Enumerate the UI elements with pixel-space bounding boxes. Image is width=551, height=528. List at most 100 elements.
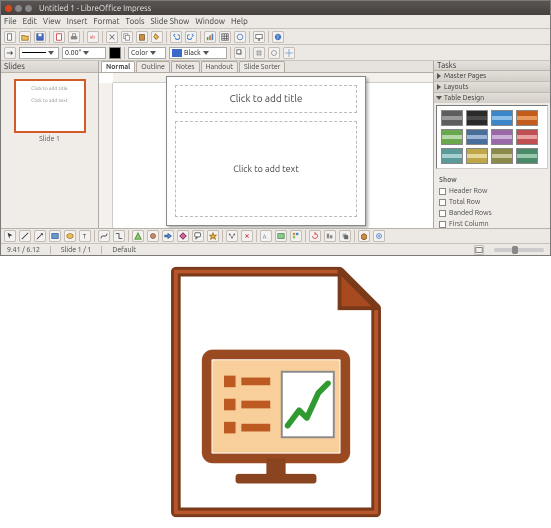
rect-tool[interactable] <box>49 230 61 242</box>
save-button[interactable] <box>34 31 46 43</box>
line-color-swatch[interactable] <box>109 47 121 59</box>
table-design-10[interactable] <box>491 148 513 164</box>
maximize-icon[interactable] <box>25 5 32 12</box>
arrange-tool[interactable] <box>339 230 351 242</box>
symbol-shapes-tool[interactable] <box>147 230 159 242</box>
hyperlink-button[interactable] <box>234 31 246 43</box>
new-doc-button[interactable] <box>4 31 16 43</box>
table-design-9[interactable] <box>466 148 488 164</box>
redo-button[interactable] <box>185 31 197 43</box>
table-design-2[interactable] <box>491 110 513 126</box>
menu-tools[interactable]: Tools <box>126 17 145 26</box>
callout-tool[interactable] <box>192 230 204 242</box>
menu-file[interactable]: File <box>4 17 17 26</box>
menu-edit[interactable]: Edit <box>23 17 37 26</box>
paste-button[interactable] <box>136 31 148 43</box>
flowchart-tool[interactable] <box>177 230 189 242</box>
export-pdf-button[interactable] <box>53 31 65 43</box>
close-icon[interactable] <box>5 5 12 12</box>
curve-tool[interactable] <box>98 230 110 242</box>
line-style-combo[interactable] <box>19 47 59 59</box>
copy-button[interactable] <box>121 31 133 43</box>
table-design-8[interactable] <box>441 148 463 164</box>
opt-first-col[interactable]: First Column <box>439 220 545 228</box>
svg-text:T: T <box>83 233 87 240</box>
tab-handout[interactable]: Handout <box>201 61 238 72</box>
cut-button[interactable] <box>106 31 118 43</box>
menu-help[interactable]: Help <box>231 17 248 26</box>
tab-notes[interactable]: Notes <box>171 61 200 72</box>
zoom-fit-icon[interactable] <box>474 245 484 255</box>
tab-normal[interactable]: Normal <box>101 61 135 72</box>
block-arrows-tool[interactable] <box>162 230 174 242</box>
menu-format[interactable]: Format <box>93 17 119 26</box>
arrow-tool[interactable] <box>34 230 46 242</box>
basic-shapes-tool[interactable] <box>132 230 144 242</box>
grid-button[interactable] <box>253 47 265 59</box>
table-design-7[interactable] <box>516 129 538 145</box>
align-tool[interactable] <box>324 230 336 242</box>
arrow-style-button[interactable] <box>4 47 16 59</box>
text-tool[interactable]: T <box>79 230 91 242</box>
shadow-button[interactable] <box>234 47 246 59</box>
section-layouts[interactable]: Layouts <box>434 82 550 92</box>
format-paint-button[interactable] <box>151 31 163 43</box>
open-button[interactable] <box>19 31 31 43</box>
section-table-design[interactable]: Table Design <box>434 93 550 103</box>
table-design-3[interactable] <box>516 110 538 126</box>
table-design-4[interactable] <box>441 129 463 145</box>
guides-button[interactable] <box>283 47 295 59</box>
snap-button[interactable] <box>268 47 280 59</box>
rotate-tool[interactable] <box>309 230 321 242</box>
menu-view[interactable]: View <box>43 17 61 26</box>
connector-tool[interactable] <box>113 230 125 242</box>
line-tool[interactable] <box>19 230 31 242</box>
menu-insert[interactable]: Insert <box>67 17 88 26</box>
fontwork-tool[interactable]: A <box>260 230 272 242</box>
from-file-tool[interactable] <box>275 230 287 242</box>
editor-area: Normal Outline Notes Handout Slide Sorte… <box>99 61 434 228</box>
titlebar: Untitled 1 - LibreOffice Impress <box>1 1 550 15</box>
print-button[interactable] <box>68 31 80 43</box>
table-design-5[interactable] <box>466 129 488 145</box>
slide[interactable]: Click to add title Click to add text <box>166 76 366 226</box>
table-design-6[interactable] <box>491 129 513 145</box>
table-design-1[interactable] <box>466 110 488 126</box>
table-design-11[interactable] <box>516 148 538 164</box>
body-placeholder[interactable]: Click to add text <box>175 121 357 217</box>
standard-toolbar: ab ? <box>1 29 550 45</box>
opt-total-row[interactable]: Total Row <box>439 198 545 206</box>
spellcheck-button[interactable]: ab <box>87 31 99 43</box>
svg-text:ab: ab <box>90 33 95 39</box>
slide-thumbnail[interactable]: Click to add title Click to add text <box>14 79 86 133</box>
title-placeholder[interactable]: Click to add title <box>175 85 357 113</box>
impress-logo <box>0 256 551 528</box>
ellipse-tool[interactable] <box>64 230 76 242</box>
section-master-pages[interactable]: Master Pages <box>434 71 550 81</box>
stars-tool[interactable] <box>207 230 219 242</box>
zoom-slider[interactable] <box>494 248 544 252</box>
table-button[interactable] <box>219 31 231 43</box>
tab-sorter[interactable]: Slide Sorter <box>239 61 285 72</box>
interaction-tool[interactable] <box>373 230 385 242</box>
chart-button[interactable] <box>204 31 216 43</box>
help-button[interactable]: ? <box>272 31 284 43</box>
table-design-0[interactable] <box>441 110 463 126</box>
menu-window[interactable]: Window <box>195 17 225 26</box>
menu-slideshow[interactable]: Slide Show <box>151 17 190 26</box>
tab-outline[interactable]: Outline <box>136 61 170 72</box>
fill-color-combo[interactable]: Black <box>169 47 227 59</box>
select-tool[interactable] <box>4 230 16 242</box>
slideshow-button[interactable] <box>253 31 265 43</box>
fill-type-combo[interactable]: Color <box>128 47 166 59</box>
line-width-combo[interactable]: 0.00" <box>62 47 106 59</box>
gallery-tool[interactable] <box>290 230 302 242</box>
opt-header-row[interactable]: Header Row <box>439 187 545 195</box>
extrusion-tool[interactable] <box>358 230 370 242</box>
undo-button[interactable] <box>170 31 182 43</box>
minimize-icon[interactable] <box>15 5 22 12</box>
opt-banded-rows[interactable]: Banded Rows <box>439 209 545 217</box>
canvas[interactable]: Click to add title Click to add text <box>99 73 433 228</box>
glue-tool[interactable] <box>241 230 253 242</box>
points-tool[interactable] <box>226 230 238 242</box>
